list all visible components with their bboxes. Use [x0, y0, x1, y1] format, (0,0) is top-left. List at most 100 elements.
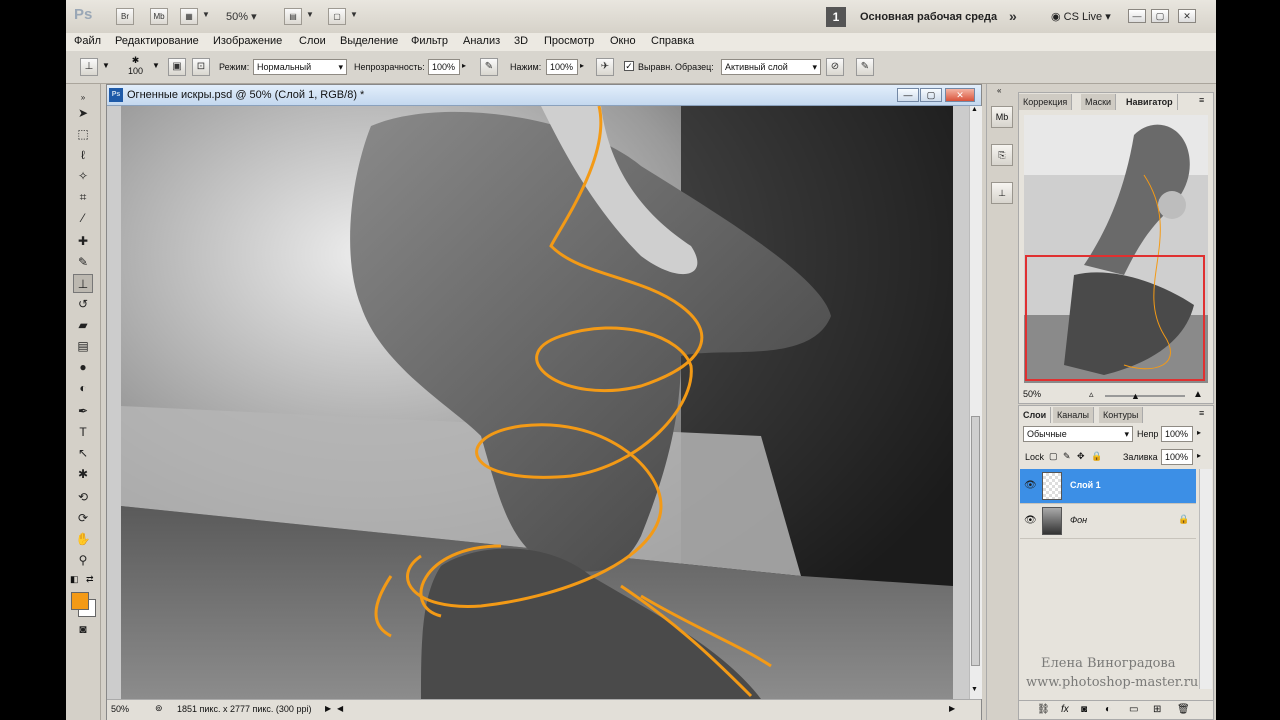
scroll-right-arrow-icon[interactable]: ▶ — [949, 704, 955, 713]
layer-blend-mode-select[interactable]: Обычные ▾ — [1023, 426, 1133, 442]
layer-row-background[interactable]: 👁 Фон 🔒 — [1020, 504, 1196, 539]
panel-menu-icon[interactable]: ≡ — [1199, 95, 1204, 105]
adjustment-layer-icon[interactable]: ◐ — [1105, 704, 1111, 715]
pressure-size-icon[interactable]: ✎ — [856, 58, 874, 76]
doc-close-button[interactable]: ✕ — [945, 88, 975, 102]
menu-help[interactable]: Справка — [651, 35, 694, 47]
menu-view[interactable]: Просмотр — [544, 35, 594, 47]
workspace-number-badge[interactable]: 1 — [826, 7, 846, 27]
default-colors-icon[interactable]: ◧ — [70, 574, 79, 585]
image-canvas[interactable] — [121, 106, 953, 699]
type-tool-icon[interactable]: T — [73, 423, 93, 442]
marquee-tool-icon[interactable]: ⬚ — [73, 125, 93, 144]
gradient-tool-icon[interactable]: ▤ — [73, 337, 93, 356]
tab-adjustments[interactable]: Коррекция — [1019, 94, 1073, 110]
chevron-right-icon[interactable]: ▸ — [1197, 428, 1201, 437]
chevron-right-icon[interactable]: ▸ — [580, 61, 584, 70]
mini-bridge-panel-button[interactable]: Mb — [991, 106, 1013, 128]
tab-layers[interactable]: Слои — [1019, 407, 1052, 423]
minimize-button[interactable]: — — [1128, 9, 1146, 23]
proof-icon[interactable]: ⊚ — [155, 703, 163, 714]
tab-masks[interactable]: Маски — [1081, 94, 1117, 110]
collapse-arrows-icon[interactable]: « — [997, 86, 1001, 95]
clone-stamp-tool-icon[interactable]: ⊥ — [73, 274, 93, 293]
panel-menu-icon[interactable]: ≡ — [1199, 408, 1204, 418]
maximize-button[interactable]: ▢ — [1151, 9, 1169, 23]
blur-tool-icon[interactable]: ● — [73, 358, 93, 377]
navigator-zoom-value[interactable]: 50% — [1023, 389, 1041, 399]
move-tool-icon[interactable]: ➤ — [73, 104, 93, 123]
menu-file[interactable]: Файл — [74, 35, 101, 47]
menu-image[interactable]: Изображение — [213, 35, 282, 47]
menu-layers[interactable]: Слои — [299, 35, 326, 47]
scroll-down-arrow-icon[interactable]: ▼ — [971, 686, 978, 693]
blend-mode-select[interactable]: Нормальный ▾ — [253, 59, 347, 75]
screen-mode-button[interactable]: ▢ — [328, 8, 346, 25]
menu-edit[interactable]: Редактирование — [115, 35, 199, 47]
doc-maximize-button[interactable]: ▢ — [920, 88, 942, 102]
doc-minimize-button[interactable]: — — [897, 88, 919, 102]
navigator-thumbnail[interactable] — [1024, 115, 1208, 383]
view-extras-button[interactable]: ▦ — [180, 8, 198, 25]
workspace-name[interactable]: Основная рабочая среда — [860, 11, 997, 23]
lock-position-icon[interactable]: ✥ — [1077, 451, 1085, 462]
close-button[interactable]: ✕ — [1178, 9, 1196, 23]
clone-source-panel-icon[interactable]: ⊡ — [192, 58, 210, 76]
lock-pixels-icon[interactable]: ✎ — [1063, 451, 1071, 462]
pen-tool-icon[interactable]: ✒ — [73, 402, 93, 421]
chevron-right-icon[interactable]: ▶ — [325, 704, 331, 713]
brush-panel-icon[interactable]: ▣ — [168, 58, 186, 76]
eraser-tool-icon[interactable]: ▰ — [73, 316, 93, 335]
mini-bridge-button[interactable]: Mb — [150, 8, 168, 25]
menu-window[interactable]: Окно — [610, 35, 636, 47]
chevron-right-icon[interactable]: ▸ — [462, 61, 466, 70]
vertical-scrollbar[interactable]: ▲ ▼ — [969, 106, 982, 699]
eye-visibility-icon[interactable]: 👁 — [1024, 480, 1037, 491]
tab-channels[interactable]: Каналы — [1053, 407, 1094, 423]
clone-stamp-tool-icon[interactable]: ⊥ — [80, 58, 98, 76]
chevron-down-icon[interactable]: ▼ — [202, 10, 210, 19]
zoom-out-icon[interactable]: ▵ — [1089, 389, 1094, 400]
tab-navigator[interactable]: Навигатор — [1122, 94, 1178, 110]
shape-tool-icon[interactable]: ✱ — [73, 465, 93, 484]
path-selection-tool-icon[interactable]: ↖ — [73, 444, 93, 463]
layer-row-layer1[interactable]: 👁 Слой 1 — [1020, 469, 1196, 504]
lock-all-icon[interactable]: 🔒 — [1091, 451, 1102, 462]
link-layers-icon[interactable]: ⛓ — [1037, 704, 1050, 715]
chevron-right-icon[interactable]: ▸ — [1197, 451, 1201, 460]
quick-selection-tool-icon[interactable]: ✧ — [73, 167, 93, 186]
history-panel-button[interactable]: ⎘ — [991, 144, 1013, 166]
eye-visibility-icon[interactable]: 👁 — [1024, 515, 1037, 526]
airbrush-icon[interactable]: ✈ — [596, 58, 614, 76]
zoom-level-select[interactable]: 50% ▾ — [226, 10, 257, 23]
foreground-color-swatch[interactable] — [71, 592, 89, 610]
status-zoom[interactable]: 50% — [111, 704, 129, 714]
double-chevron-right-icon[interactable]: » — [1009, 8, 1017, 24]
menu-filter[interactable]: Фильтр — [411, 35, 448, 47]
crop-tool-icon[interactable]: ⌗ — [73, 188, 93, 207]
layers-scrollbar[interactable] — [1199, 469, 1212, 689]
aligned-checkbox[interactable]: ✓ — [624, 61, 634, 71]
bridge-button[interactable]: Br — [116, 8, 134, 25]
menu-select[interactable]: Выделение — [340, 35, 398, 47]
ignore-adjustment-layers-icon[interactable]: ⊘ — [826, 58, 844, 76]
fill-input[interactable]: 100% — [1161, 449, 1193, 465]
lasso-tool-icon[interactable]: ℓ — [73, 146, 93, 165]
quick-mask-icon[interactable]: ◙ — [73, 620, 93, 639]
chevron-down-icon[interactable]: ▼ — [350, 10, 358, 19]
menu-analysis[interactable]: Анализ — [463, 35, 500, 47]
opacity-input[interactable]: 100% — [428, 59, 460, 75]
chevron-down-icon[interactable]: ▼ — [306, 10, 314, 19]
sample-select[interactable]: Активный слой ▾ — [721, 59, 821, 75]
3d-orbit-tool-icon[interactable]: ⟳ — [73, 509, 93, 528]
eyedropper-tool-icon[interactable]: ⁄ — [73, 209, 93, 228]
new-group-icon[interactable]: ▭ — [1129, 704, 1138, 715]
zoom-tool-icon[interactable]: ⚲ — [73, 551, 93, 570]
navigator-zoom-slider[interactable] — [1105, 395, 1185, 397]
clone-source-panel-button[interactable]: ⊥ — [991, 182, 1013, 204]
arrange-documents-button[interactable]: ▤ — [284, 8, 302, 25]
brush-preset-picker[interactable]: ✱ 100 — [128, 55, 143, 76]
3d-rotate-tool-icon[interactable]: ⟲ — [73, 488, 93, 507]
flow-input[interactable]: 100% — [546, 59, 578, 75]
pressure-opacity-icon[interactable]: ✎ — [480, 58, 498, 76]
